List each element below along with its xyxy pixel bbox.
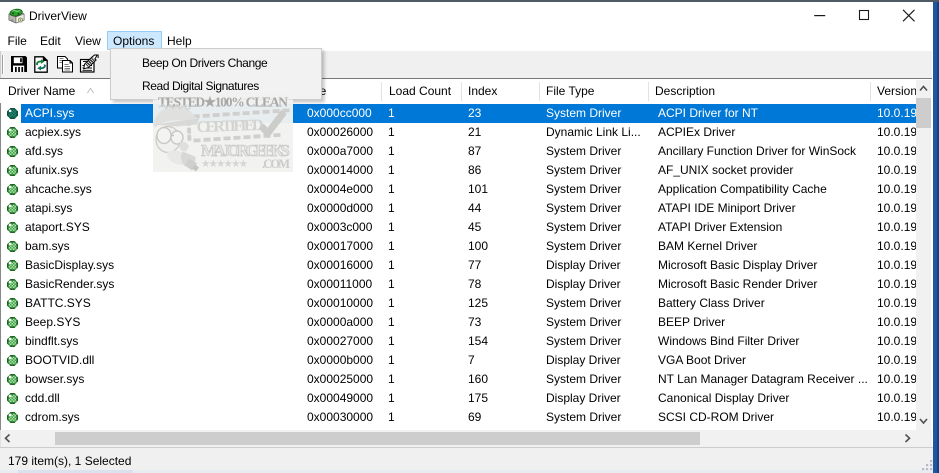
svg-text:★★★★★★: ★★★★★★ bbox=[201, 158, 249, 170]
svg-text:.COM: .COM bbox=[262, 157, 290, 171]
svg-text:CERTIFIED: CERTIFIED bbox=[196, 117, 264, 136]
